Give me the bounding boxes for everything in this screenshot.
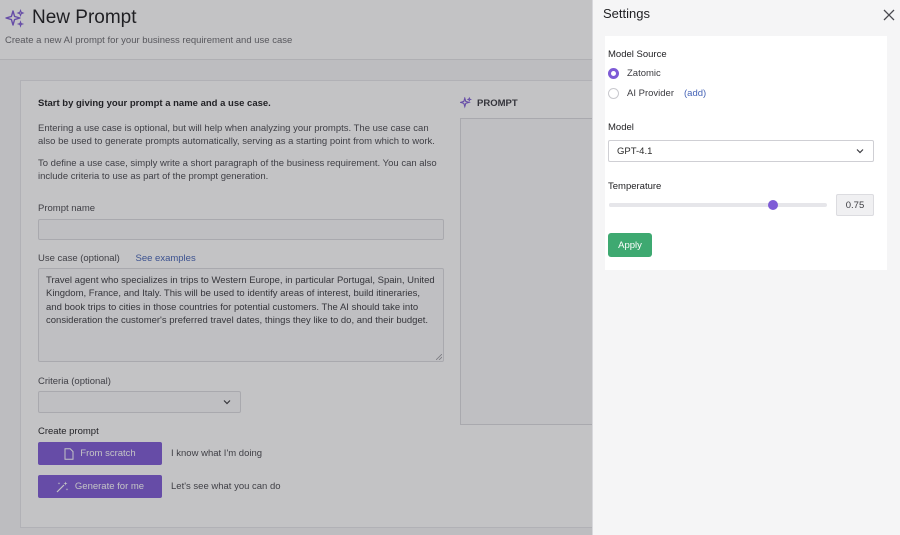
model-source-label: Model Source xyxy=(608,49,667,60)
temperature-slider[interactable] xyxy=(609,200,827,210)
radio-option-ai-provider[interactable]: AI Provider (add) xyxy=(608,88,706,99)
radio-zatomic-label: Zatomic xyxy=(627,68,661,79)
settings-panel: Model Source Zatomic AI Provider (add) M… xyxy=(605,36,887,270)
radio-option-zatomic[interactable]: Zatomic xyxy=(608,68,661,79)
temperature-value-input[interactable]: 0.75 xyxy=(836,194,874,216)
settings-title: Settings xyxy=(603,6,650,21)
chevron-down-icon xyxy=(856,149,864,154)
model-select[interactable]: GPT-4.1 xyxy=(608,140,874,162)
settings-drawer: Settings Model Source Zatomic AI Provide… xyxy=(592,0,900,535)
close-icon[interactable] xyxy=(882,8,896,22)
radio-ai-provider-label: AI Provider xyxy=(627,88,674,99)
radio-ai-provider[interactable] xyxy=(608,88,619,99)
apply-button[interactable]: Apply xyxy=(608,233,652,257)
temperature-label: Temperature xyxy=(608,181,662,192)
model-label: Model xyxy=(608,122,634,133)
temperature-slider-fill xyxy=(609,203,773,207)
model-select-value: GPT-4.1 xyxy=(617,145,653,157)
add-provider-link[interactable]: (add) xyxy=(684,88,706,99)
radio-zatomic[interactable] xyxy=(608,68,619,79)
temperature-slider-thumb[interactable] xyxy=(767,200,778,210)
